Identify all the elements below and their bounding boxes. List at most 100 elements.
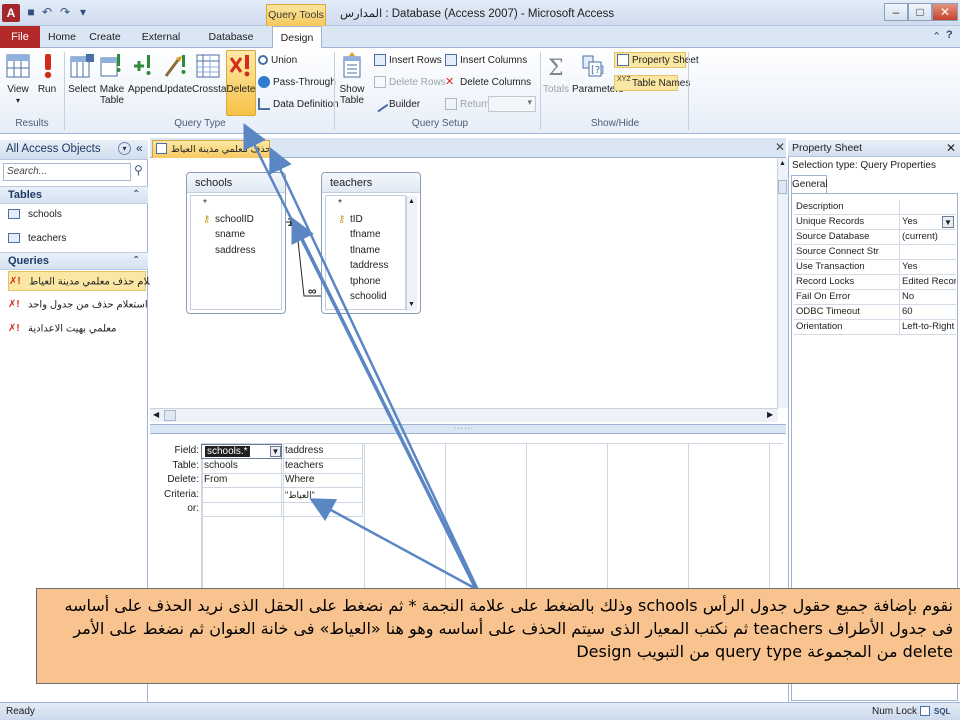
- property-value[interactable]: [902, 200, 956, 214]
- nav-search-input[interactable]: Search...: [3, 163, 131, 181]
- qbe-cell-field-col2[interactable]: taddress: [282, 444, 363, 459]
- tab-external-data[interactable]: External Data: [132, 26, 190, 65]
- redo-icon[interactable]: ↷: [58, 5, 72, 19]
- search-icon[interactable]: ⚲: [134, 163, 143, 177]
- nav-section-tables[interactable]: Tables ⌃: [0, 186, 148, 204]
- qbe-cell-table-col2[interactable]: teachers: [282, 459, 363, 474]
- nav-item-query-delete-ayat[interactable]: ✗! استعلام حذف معلمي مدينة العياط: [8, 271, 168, 291]
- property-row-unique-records[interactable]: Unique Records Yes ▼: [794, 215, 956, 230]
- scroll-left-icon[interactable]: ◀: [153, 410, 159, 419]
- nav-section-queries[interactable]: Queries ⌃: [0, 252, 148, 270]
- field-item-tphone[interactable]: tphone: [326, 274, 405, 290]
- crosstab-button[interactable]: Crosstab: [192, 52, 232, 95]
- field-item-tfname[interactable]: tfname: [326, 227, 405, 243]
- insert-columns-button[interactable]: Insert Columns: [445, 53, 527, 69]
- property-value[interactable]: 60: [902, 305, 956, 319]
- property-value[interactable]: (current): [902, 230, 956, 244]
- field-item-schoolid[interactable]: schoolid: [326, 289, 405, 305]
- nav-item-query-delete-one-table[interactable]: ✗! استعلام حذف من جدول واحد: [8, 295, 148, 315]
- scroll-right-icon[interactable]: ▶: [767, 410, 773, 419]
- property-value[interactable]: Yes: [902, 260, 956, 274]
- nav-item-query-heet-teachers[interactable]: ✗! معلمي بهيت الاعدادية: [8, 319, 146, 339]
- nav-menu-chevron-icon[interactable]: ▾: [118, 142, 131, 155]
- field-list-teachers[interactable]: teachers * ⚷ tID tfname tlname taddress t…: [321, 172, 421, 314]
- close-document-icon[interactable]: ✕: [775, 140, 785, 154]
- field-dropdown-arrow-icon[interactable]: ▼: [270, 446, 281, 457]
- minimize-button[interactable]: –: [884, 3, 908, 21]
- upper-pane-horizontal-scrollbar[interactable]: ◀ ▶: [150, 408, 778, 422]
- property-row-description[interactable]: Description: [794, 200, 956, 215]
- field-item-schoolid[interactable]: ⚷ schoolID: [191, 212, 281, 228]
- access-app-icon[interactable]: A: [2, 4, 20, 22]
- tab-file[interactable]: File: [0, 26, 40, 48]
- field-item-saddress[interactable]: saddress: [191, 243, 281, 259]
- field-list-schools[interactable]: schools * ⚷ schoolID sname saddress: [186, 172, 286, 314]
- pass-through-button[interactable]: Pass-Through: [258, 75, 336, 91]
- totals-button[interactable]: Σ Totals: [542, 52, 570, 95]
- qbe-cell-table-col1[interactable]: schools: [201, 459, 282, 474]
- datasheet-view-icon[interactable]: [920, 706, 930, 716]
- parameters-button[interactable]: [?] Parameters: [572, 52, 624, 95]
- property-value[interactable]: [902, 245, 956, 259]
- delete-rows-button[interactable]: Delete Rows: [374, 75, 446, 91]
- insert-rows-button[interactable]: Insert Rows: [374, 53, 442, 69]
- property-row-orientation[interactable]: Orientation Left-to-Right: [794, 320, 956, 335]
- upper-pane-vertical-scrollbar[interactable]: ▲: [777, 158, 788, 408]
- field-list-scrollbar[interactable]: ▲ ▼: [406, 196, 417, 311]
- qbe-cell-delete-col1[interactable]: From: [201, 473, 282, 488]
- delete-query-button[interactable]: Delete: [226, 52, 256, 95]
- field-list-title[interactable]: schools: [187, 173, 285, 193]
- tab-create[interactable]: Create: [86, 26, 124, 48]
- close-property-sheet-icon[interactable]: ✕: [946, 140, 956, 156]
- qbe-cell-criteria-col1[interactable]: [201, 488, 282, 503]
- append-button[interactable]: Append: [128, 52, 162, 95]
- builder-button[interactable]: Builder: [371, 96, 420, 113]
- field-item-taddress[interactable]: taddress: [326, 258, 405, 274]
- pane-splitter[interactable]: ······: [150, 424, 786, 434]
- property-row-use-transaction[interactable]: Use Transaction Yes: [794, 260, 956, 275]
- scroll-thumb[interactable]: [164, 410, 176, 421]
- run-button[interactable]: Run: [34, 52, 60, 95]
- qbe-cell-or-col1[interactable]: [201, 502, 282, 517]
- data-definition-button[interactable]: Data Definition: [258, 97, 339, 113]
- return-dropdown[interactable]: ▾: [488, 96, 536, 112]
- update-button[interactable]: Update: [160, 52, 192, 95]
- select-query-button[interactable]: Select: [68, 52, 96, 95]
- property-row-source-database[interactable]: Source Database (current): [794, 230, 956, 245]
- property-row-odbc-timeout[interactable]: ODBC Timeout 60: [794, 305, 956, 320]
- field-item-sname[interactable]: sname: [191, 227, 281, 243]
- save-icon[interactable]: ■: [24, 5, 38, 19]
- collapse-section-icon[interactable]: ⌃: [132, 253, 140, 269]
- field-item-tlname[interactable]: tlname: [326, 243, 405, 259]
- property-row-fail-on-error[interactable]: Fail On Error No: [794, 290, 956, 305]
- field-item-star[interactable]: *: [326, 196, 405, 212]
- close-button[interactable]: ✕: [932, 3, 958, 21]
- qbe-cell-or-col2[interactable]: [282, 502, 363, 517]
- scroll-up-icon[interactable]: ▲: [779, 160, 786, 167]
- maximize-button[interactable]: □: [908, 3, 932, 21]
- tab-database-tools[interactable]: Database Tools: [198, 26, 264, 65]
- property-row-record-locks[interactable]: Record LocksEdited Record: [794, 275, 956, 290]
- help-icon[interactable]: ?: [946, 29, 953, 41]
- tab-design[interactable]: Design: [272, 26, 322, 49]
- field-item-star[interactable]: *: [191, 196, 281, 212]
- property-sheet-button[interactable]: Property Sheet: [614, 52, 699, 68]
- nav-item-schools[interactable]: schools: [8, 205, 146, 225]
- field-item-tid[interactable]: ⚷ tID: [326, 212, 405, 228]
- relationship-join-line[interactable]: 1: [284, 210, 324, 300]
- delete-columns-button[interactable]: ✕ Delete Columns: [445, 75, 531, 91]
- nav-collapse-icon[interactable]: «: [136, 141, 143, 155]
- nav-item-teachers[interactable]: teachers: [8, 229, 146, 249]
- show-table-button[interactable]: Show Table: [337, 52, 367, 106]
- undo-icon[interactable]: ↶: [40, 5, 54, 19]
- scroll-up-icon[interactable]: ▲: [408, 198, 415, 205]
- table-names-button[interactable]: XYZTable Names: [614, 75, 690, 91]
- qat-customize-icon[interactable]: ▾: [76, 5, 90, 19]
- property-dropdown-arrow-icon[interactable]: ▼: [942, 216, 954, 228]
- scroll-thumb[interactable]: [778, 180, 787, 194]
- collapse-section-icon[interactable]: ⌃: [132, 187, 140, 203]
- ribbon-minimize-icon[interactable]: ⌃: [932, 30, 941, 43]
- tab-home[interactable]: Home: [46, 26, 78, 48]
- field-list-title[interactable]: teachers: [322, 173, 420, 193]
- property-sheet-tab-general[interactable]: General: [791, 175, 828, 193]
